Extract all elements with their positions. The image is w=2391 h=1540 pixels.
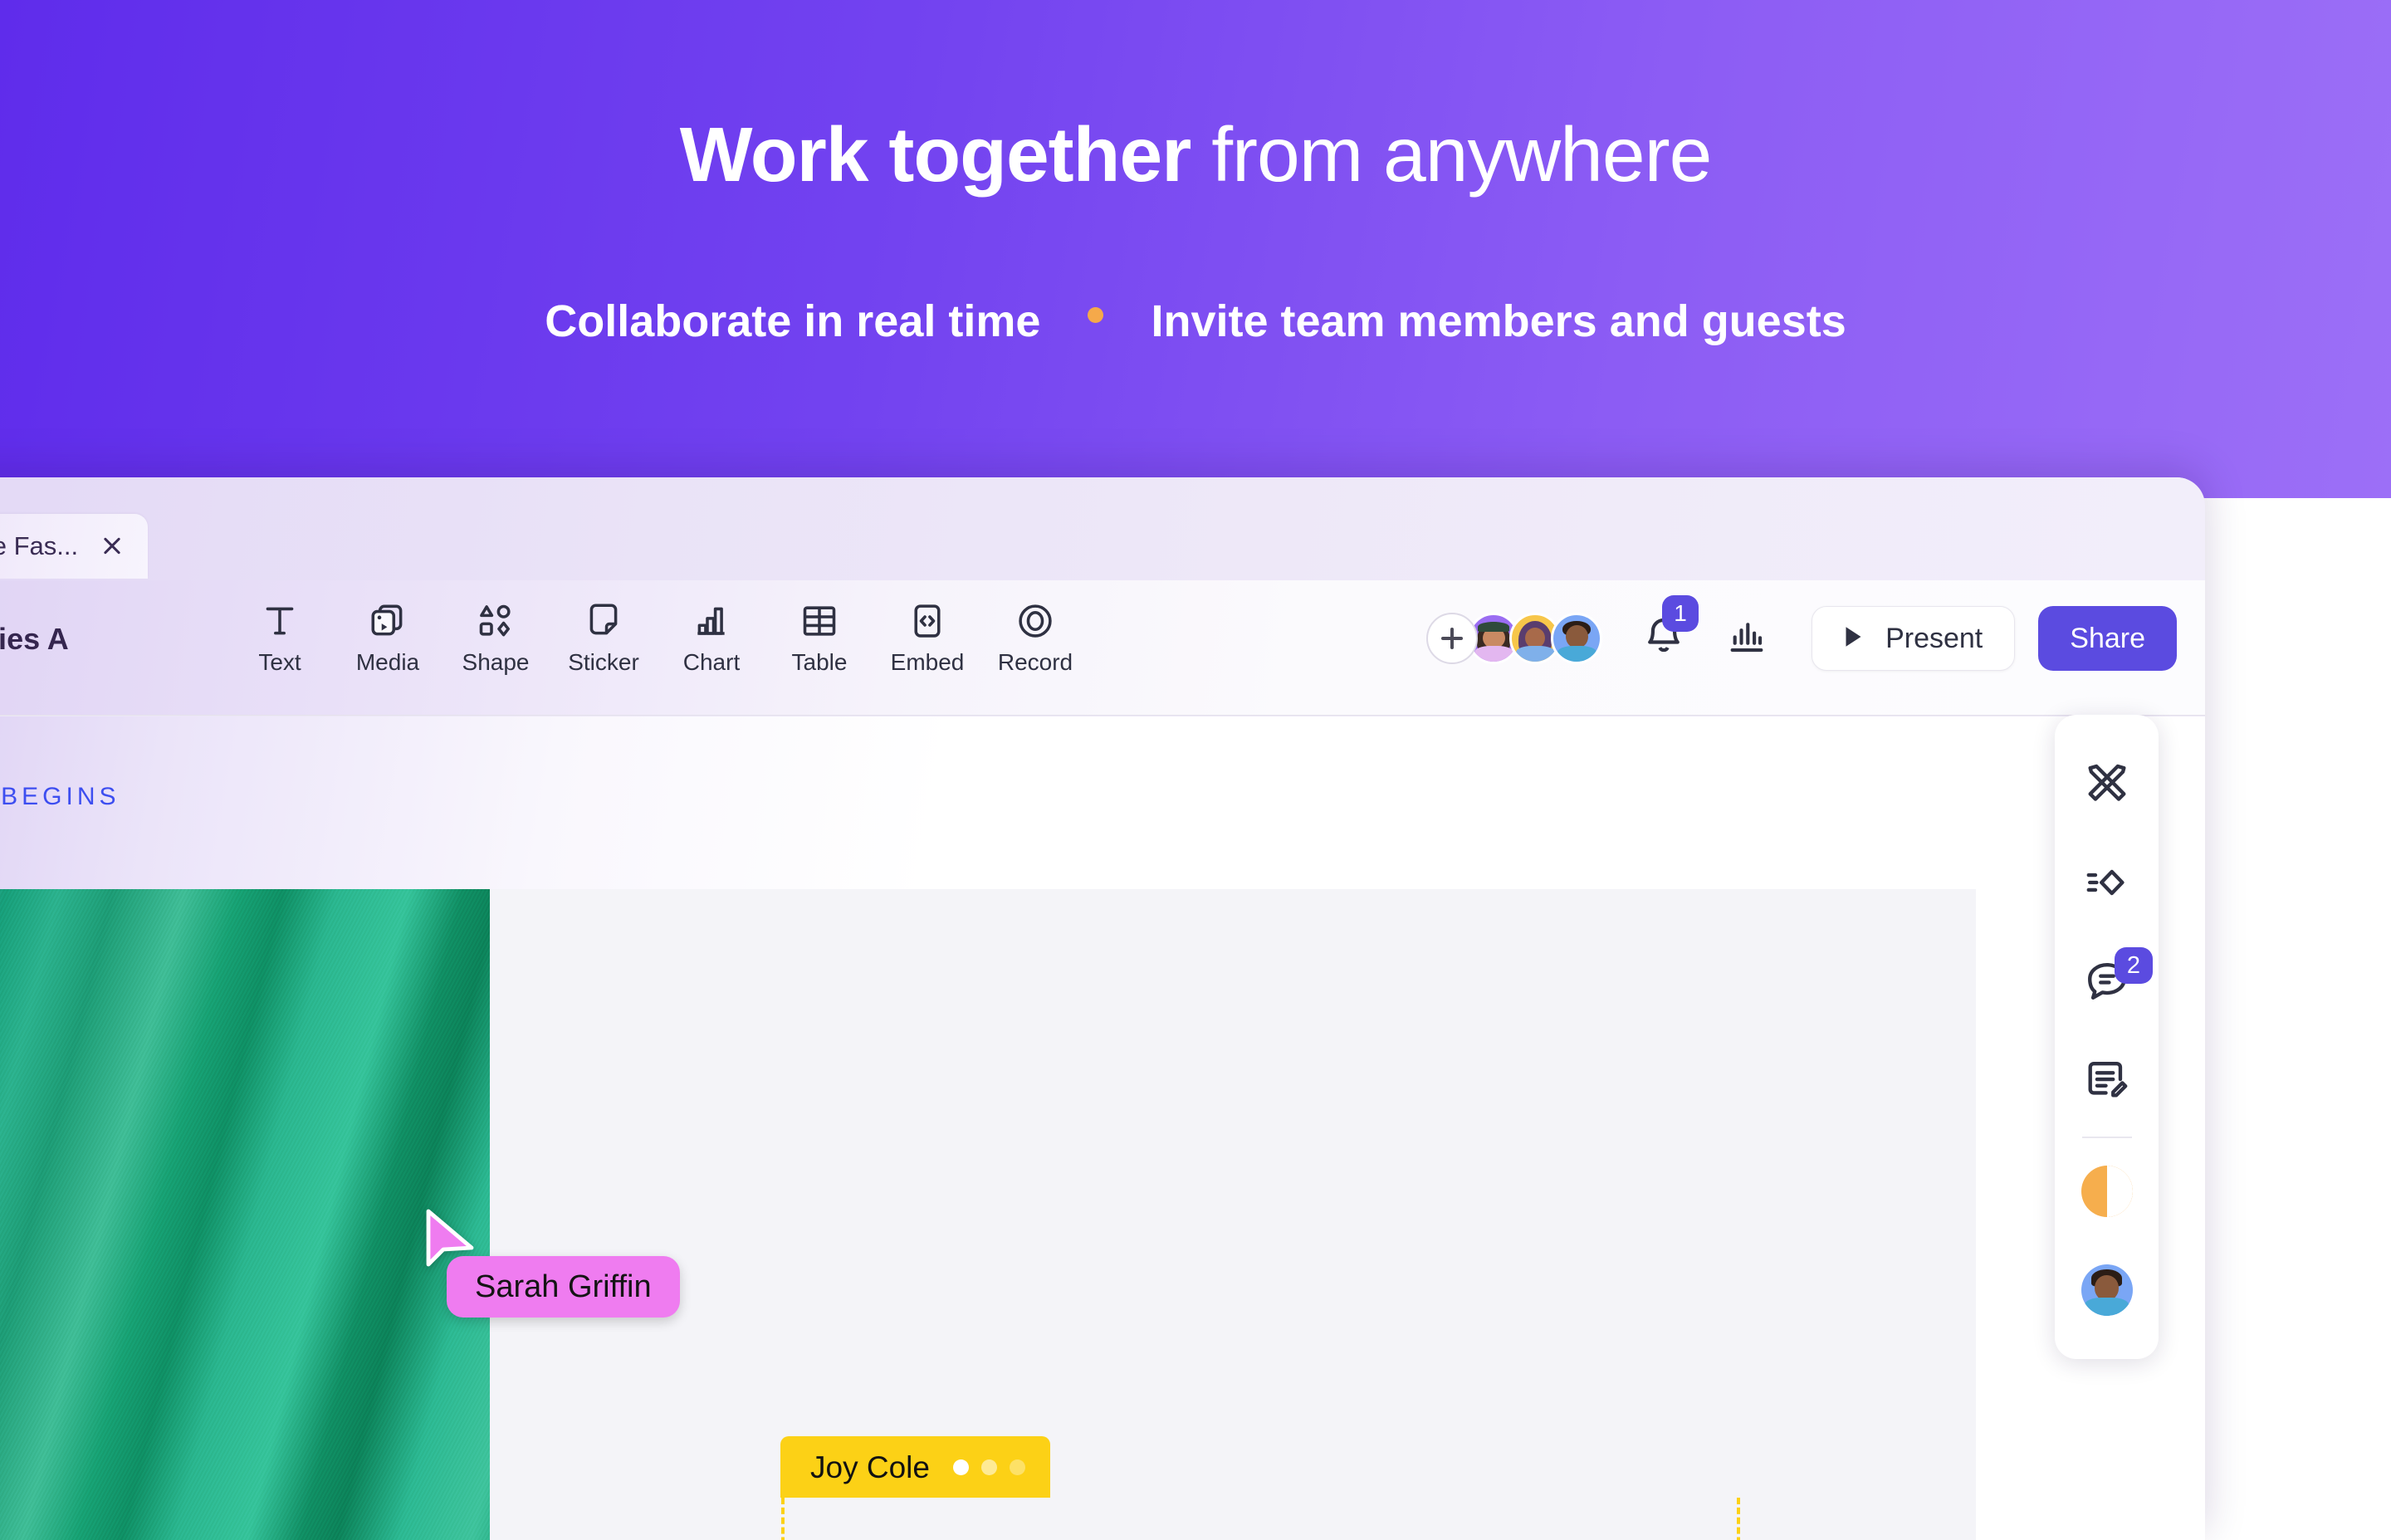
- editor-presence-tag: Joy Cole: [780, 1436, 1050, 1498]
- avatar[interactable]: [1551, 613, 1603, 664]
- text-icon: [259, 597, 301, 645]
- banner-subheadline: Collaborate in real time Invite team mem…: [0, 299, 2391, 344]
- insert-tool-group: Text Media Shape Sticker Chart Table Emb…: [226, 597, 1089, 674]
- browser-tab-strip: Sustainable Fas...: [0, 477, 2205, 580]
- page-title: ashion Series A: [0, 622, 69, 656]
- table-icon: [799, 597, 840, 645]
- subheadline-right: Invite team members and guests: [1151, 296, 1846, 346]
- play-icon: [1837, 622, 1867, 656]
- collaborator-avatars: [1426, 613, 1603, 664]
- notifications-button[interactable]: 1: [1640, 594, 1699, 664]
- typing-indicator-icon: [952, 1459, 1025, 1475]
- notification-count-badge: 1: [1662, 594, 1699, 632]
- toolbar-label-record: Record: [997, 649, 1073, 675]
- body-line-1: Welcome to the: [814, 1531, 1731, 1540]
- rail-item-animate[interactable]: [2055, 835, 2159, 934]
- bell-icon: [1640, 618, 1687, 663]
- slide-header-band: JOURNEY BEGINS: [0, 716, 1976, 889]
- comment-count-badge: 2: [2115, 947, 2153, 984]
- toolbar-label-embed: Embed: [890, 649, 965, 675]
- animate-icon: [2083, 858, 2131, 911]
- sticker-icon: [583, 597, 624, 645]
- toolbar-item-chart[interactable]: Chart: [658, 597, 765, 674]
- toolbar-item-media[interactable]: Media: [334, 597, 442, 674]
- toolbar-label-table: Table: [791, 649, 848, 675]
- toolbar-item-sticker[interactable]: Sticker: [550, 597, 658, 674]
- contrast-half-circle-icon: [2081, 1165, 2133, 1217]
- rail-item-account[interactable]: [2055, 1240, 2159, 1339]
- toolbar-item-embed[interactable]: Embed: [873, 597, 981, 674]
- toolbar-right-cluster: 1 Present Share: [1426, 594, 2177, 671]
- chart-icon: [691, 597, 732, 645]
- toolbar-label-shape: Shape: [462, 649, 530, 675]
- headline-strong: Work together: [679, 111, 1192, 198]
- share-button[interactable]: Share: [2038, 606, 2177, 671]
- analytics-bars-icon[interactable]: [1725, 615, 1768, 662]
- editor-toolbar: ashion Series A Text: [0, 580, 2205, 716]
- slide-image-fabric[interactable]: [0, 889, 490, 1540]
- banner-headline: Work together from anywhere: [0, 116, 2391, 193]
- toolbar-item-text[interactable]: Text: [226, 597, 334, 674]
- record-icon: [1015, 597, 1056, 645]
- rail-item-notes[interactable]: [2055, 1033, 2159, 1132]
- rail-item-theme-toggle[interactable]: [2055, 1142, 2159, 1240]
- subheadline-left: Collaborate in real time: [545, 296, 1041, 346]
- present-button[interactable]: Present: [1812, 606, 2016, 671]
- avatar: [2081, 1264, 2133, 1316]
- toolbar-label-text: Text: [258, 649, 301, 675]
- slide-eyebrow-text: JOURNEY BEGINS: [0, 783, 120, 810]
- slide-body-text[interactable]: Welcome to the Earth Weaves journey: Fas…: [814, 1531, 1731, 1540]
- editor-presence-name: Joy Cole: [810, 1450, 930, 1484]
- right-floating-toolbar: 2: [2055, 715, 2159, 1359]
- bullet-dot-icon: [1088, 307, 1104, 323]
- close-icon[interactable]: [100, 534, 125, 559]
- share-button-label: Share: [2070, 622, 2145, 654]
- media-icon: [367, 597, 408, 645]
- document-tab[interactable]: Sustainable Fas...: [0, 514, 149, 579]
- toolbar-label-sticker: Sticker: [568, 649, 639, 675]
- toolbar-item-shape[interactable]: Shape: [442, 597, 550, 674]
- toolbar-label-chart: Chart: [682, 649, 741, 675]
- design-tools-icon: [2083, 760, 2131, 812]
- add-collaborator-button[interactable]: [1426, 613, 1479, 664]
- toolbar-item-table[interactable]: Table: [765, 597, 873, 674]
- rail-item-design[interactable]: [2055, 736, 2159, 835]
- embed-code-icon: [907, 597, 948, 645]
- present-button-label: Present: [1885, 622, 1983, 654]
- marketing-banner: Work together from anywhere Collaborate …: [0, 0, 2391, 498]
- selected-text-block[interactable]: Welcome to the Earth Weaves journey: Fas…: [781, 1498, 1740, 1540]
- rail-divider: [2081, 1137, 2132, 1138]
- remote-cursor-label: Sarah Griffin: [447, 1256, 680, 1318]
- app-window: Sustainable Fas... ashion Series A Text: [0, 477, 2205, 1540]
- document-tab-label: Sustainable Fas...: [0, 531, 79, 560]
- shape-icon: [475, 597, 516, 645]
- toolbar-item-record[interactable]: Record: [981, 597, 1089, 674]
- toolbar-label-media: Media: [355, 649, 420, 675]
- headline-light: from anywhere: [1191, 111, 1712, 198]
- notes-edit-icon: [2083, 1056, 2131, 1108]
- rail-item-comments[interactable]: 2: [2055, 934, 2159, 1033]
- editor-canvas[interactable]: JOURNEY BEGINS: [0, 716, 2205, 1540]
